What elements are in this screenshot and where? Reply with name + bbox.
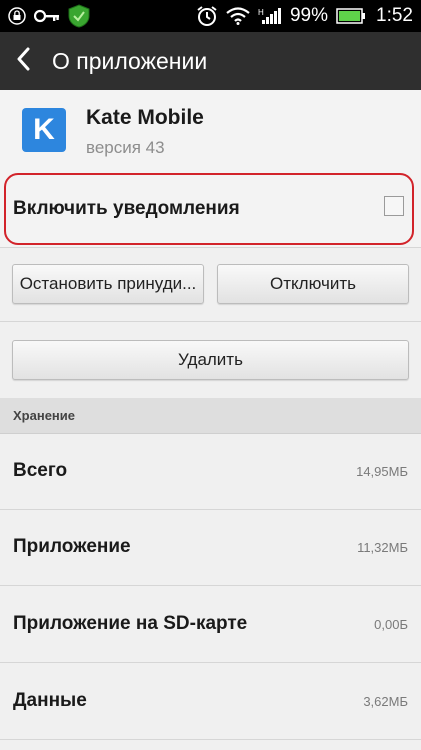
- battery-icon: [336, 8, 366, 24]
- storage-row-value: 14,95МБ: [356, 464, 408, 479]
- notifications-checkbox[interactable]: [384, 196, 404, 216]
- force-stop-button[interactable]: Остановить принуди...: [12, 264, 204, 304]
- app-logo-icon: K: [22, 108, 66, 152]
- storage-row-value: 0,00Б: [374, 617, 408, 632]
- status-bar: H 99% 1:52: [0, 0, 421, 32]
- action-bar: О приложении: [0, 32, 421, 90]
- storage-row-label: Приложение: [13, 536, 131, 557]
- chevron-left-icon: [16, 47, 30, 76]
- storage-row-app-sd: Приложение на SD-карте 0,00Б: [0, 587, 421, 663]
- storage-section-header: Хранение: [0, 398, 421, 434]
- notifications-label: Включить уведомления: [13, 198, 240, 219]
- storage-row-data: Данные 3,62МБ: [0, 664, 421, 740]
- page-title: О приложении: [52, 47, 208, 74]
- notifications-toggle-row[interactable]: Включить уведомления: [0, 167, 421, 248]
- status-bar-right: H 99% 1:52: [196, 5, 413, 27]
- storage-row-app: Приложение 11,32МБ: [0, 510, 421, 586]
- storage-row-label: Данные: [13, 690, 87, 711]
- storage-row-total: Всего 14,95МБ: [0, 434, 421, 510]
- alarm-icon: [196, 5, 218, 27]
- storage-row-label: Приложение на SD-карте: [13, 613, 248, 634]
- wifi-icon: [226, 7, 250, 25]
- status-bar-left: [8, 4, 90, 28]
- shield-icon: [68, 4, 90, 28]
- disable-button[interactable]: Отключить: [217, 264, 409, 304]
- svg-text:H: H: [258, 8, 264, 17]
- app-header: K Kate Mobile версия 43: [0, 90, 421, 168]
- storage-row-value: 3,62МБ: [363, 694, 408, 709]
- back-button[interactable]: [0, 32, 46, 90]
- lock-icon: [8, 7, 26, 25]
- app-name: Kate Mobile: [86, 106, 204, 129]
- storage-row-value: 11,32МБ: [357, 540, 408, 555]
- signal-icon: H: [258, 7, 282, 25]
- clock: 1:52: [376, 5, 413, 26]
- storage-row-label: Всего: [13, 460, 68, 481]
- app-version: версия 43: [86, 138, 165, 157]
- divider: [0, 321, 421, 322]
- key-icon: [34, 9, 60, 23]
- battery-percent: 99%: [289, 5, 329, 26]
- uninstall-button[interactable]: Удалить: [12, 340, 409, 380]
